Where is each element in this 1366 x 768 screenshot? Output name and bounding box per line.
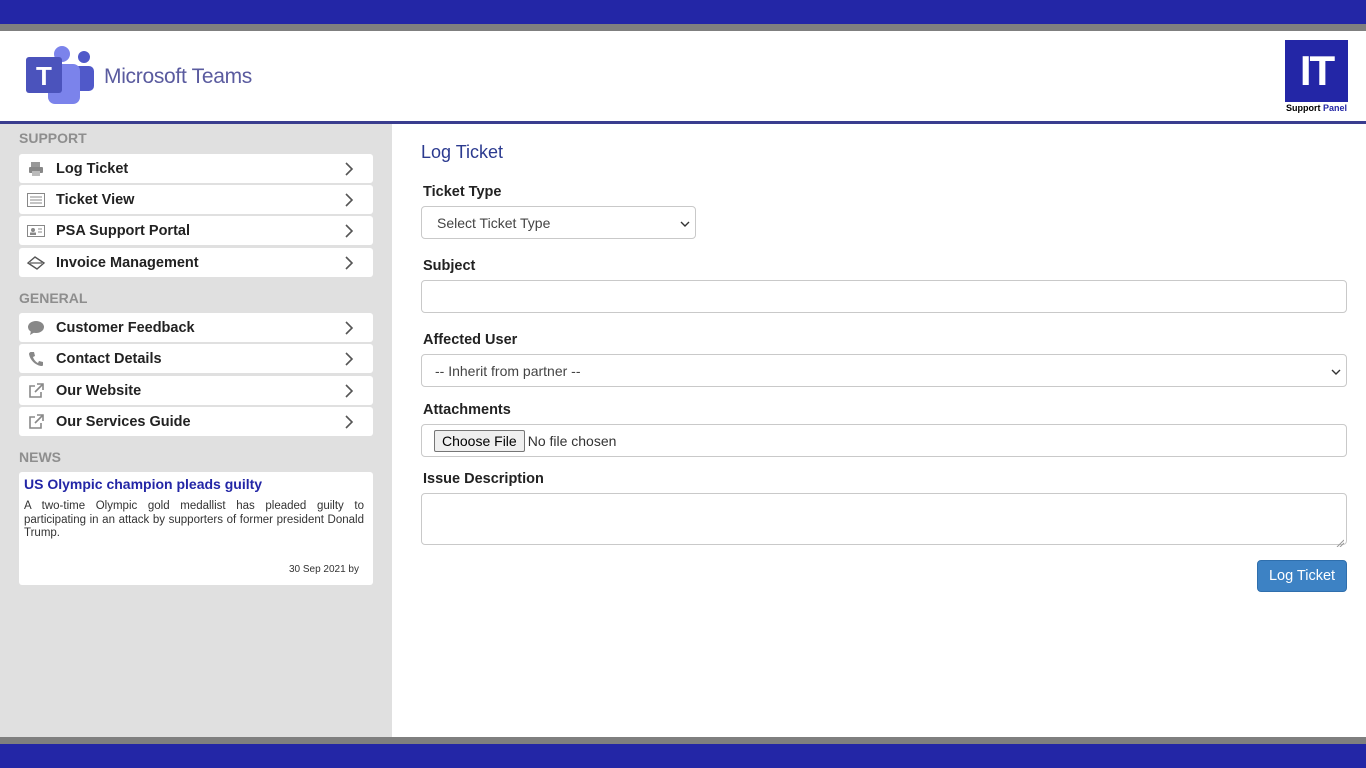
top-divider: [0, 24, 1366, 31]
sidebar-item-label: Invoice Management: [56, 254, 199, 271]
sidebar-item-our-services-guide[interactable]: Our Services Guide: [19, 407, 373, 436]
header: T Microsoft Teams IT Support Panel: [0, 31, 1366, 121]
sidebar-item-label: Our Website: [56, 382, 142, 399]
file-status: No file chosen: [527, 432, 617, 449]
sidebar-item-ticket-view[interactable]: Ticket View: [19, 185, 373, 214]
attachments-file-input: Choose File No file chosen: [421, 424, 1347, 457]
phone-icon: [26, 351, 46, 367]
external-link-icon: [26, 413, 46, 430]
sidebar: SUPPORT Log Ticket Ticket View PSA Suppo…: [0, 124, 392, 737]
log-ticket-button[interactable]: Log Ticket: [1257, 560, 1347, 592]
chevron-right-icon: [342, 414, 356, 429]
issue-description-textarea[interactable]: [421, 493, 1347, 548]
chevron-right-icon: [342, 192, 356, 207]
invoice-icon: [26, 255, 46, 271]
badge-caption-support: Support: [1285, 103, 1321, 113]
it-support-panel-badge: IT Support Panel: [1285, 40, 1348, 113]
sidebar-item-customer-feedback[interactable]: Customer Feedback: [19, 313, 373, 342]
id-card-icon: [26, 223, 46, 239]
sidebar-item-label: PSA Support Portal: [56, 222, 190, 239]
affected-user-select[interactable]: -- Inherit from partner --: [421, 354, 1347, 387]
resize-grip-icon[interactable]: [1336, 534, 1345, 548]
printer-icon: [26, 161, 46, 177]
news-date: 30 Sep 2021 by: [288, 564, 359, 575]
issue-description-label: Issue Description: [423, 471, 544, 487]
sidebar-item-psa-support-portal[interactable]: PSA Support Portal: [19, 216, 373, 245]
speech-bubble-icon: [26, 320, 46, 336]
choose-file-button[interactable]: Choose File: [434, 429, 525, 452]
it-badge-text: IT: [1285, 40, 1348, 102]
chevron-right-icon: [342, 255, 356, 270]
sidebar-item-label: Log Ticket: [56, 160, 129, 177]
chevron-right-icon: [342, 351, 356, 366]
section-title-support: SUPPORT: [19, 130, 87, 146]
news-body: A two-time Olympic gold medallist has pl…: [24, 500, 364, 539]
page-title: Log Ticket: [421, 142, 504, 162]
chevron-right-icon: [342, 320, 356, 335]
badge-caption: Support Panel: [1285, 103, 1348, 113]
list-icon: [26, 192, 46, 208]
chevron-right-icon: [342, 223, 356, 238]
section-title-news: NEWS: [19, 449, 61, 465]
ticket-type-value: Select Ticket Type: [437, 214, 551, 231]
attachments-label: Attachments: [423, 402, 511, 418]
chevron-right-icon: [342, 383, 356, 398]
affected-user-label: Affected User: [423, 332, 518, 348]
external-link-icon: [26, 382, 46, 399]
logo-text: Microsoft Teams: [104, 65, 252, 88]
bottom-divider: [0, 737, 1366, 744]
badge-caption-panel: Panel: [1323, 103, 1348, 113]
svg-text:T: T: [36, 61, 52, 91]
sidebar-item-label: Ticket View: [56, 191, 135, 208]
sidebar-item-contact-details[interactable]: Contact Details: [19, 344, 373, 373]
top-band: [0, 0, 1366, 24]
subject-label: Subject: [423, 258, 476, 274]
sidebar-item-label: Contact Details: [56, 350, 162, 367]
microsoft-teams-logo[interactable]: T Microsoft Teams: [26, 45, 266, 109]
chevron-down-icon: [1330, 365, 1342, 377]
sidebar-item-our-website[interactable]: Our Website: [19, 376, 373, 405]
bottom-band: [0, 744, 1366, 768]
subject-input[interactable]: [421, 280, 1347, 313]
chevron-right-icon: [342, 161, 356, 176]
main-content: Log Ticket Ticket Type Select Ticket Typ…: [392, 124, 1366, 737]
sidebar-item-label: Customer Feedback: [56, 319, 195, 336]
sidebar-item-invoice-management[interactable]: Invoice Management: [19, 248, 373, 277]
sidebar-item-log-ticket[interactable]: Log Ticket: [19, 154, 373, 183]
sidebar-item-label: Our Services Guide: [56, 413, 191, 430]
chevron-down-icon: [679, 217, 691, 229]
section-title-general: GENERAL: [19, 290, 88, 306]
affected-user-value: -- Inherit from partner --: [435, 362, 581, 379]
ticket-type-select[interactable]: Select Ticket Type: [421, 206, 696, 239]
news-card: US Olympic champion pleads guilty A two-…: [19, 472, 373, 585]
ticket-type-label: Ticket Type: [423, 184, 502, 200]
news-headline-link[interactable]: US Olympic champion pleads guilty: [24, 476, 364, 492]
teams-icon: T: [26, 45, 96, 109]
